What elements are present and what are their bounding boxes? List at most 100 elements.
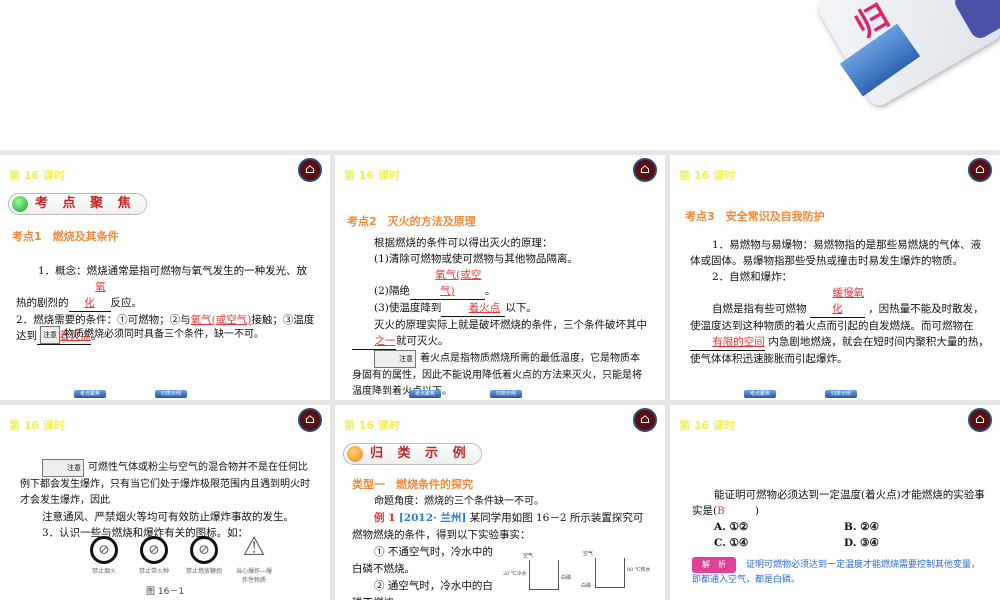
beaker-1 <box>529 560 559 590</box>
note-label: 注意 <box>40 326 60 344</box>
text: 灭火的原理实际上就是破坏燃烧的条件，三个条件破坏其中 <box>374 319 647 331</box>
home-button[interactable]: ⌂ <box>298 158 322 182</box>
pill-label: 考 点 聚 焦 <box>35 196 136 211</box>
text: (1)清除可燃物或使可燃物与其他物品隔离。 <box>374 253 578 265</box>
slide-panel-4[interactable]: 第 16 课时 ⌂ 注意 可燃性气体或粉尘与空气的混合物并不是在任何比例下都会发生… <box>0 405 330 600</box>
lesson-label: 第 16 课时 <box>9 169 65 182</box>
option-a[interactable]: A. ①② <box>714 519 844 535</box>
label-cold-water: 20 ℃冷水 <box>503 571 527 577</box>
section-pill: 考 点 聚 焦 <box>8 193 147 215</box>
nav-next-button[interactable]: 归类示例 <box>155 390 187 398</box>
slide-panel-2[interactable]: 第 16 课时 ⌂ 考点2 灭火的方法及原理 根据燃烧的条件可以得出灭火的原理：… <box>335 155 665 400</box>
answer: 氧气(或空气) <box>435 269 482 297</box>
text: 1．概念：燃烧通常是指可燃物与氧气发生的一种发光、放热的剧烈的 <box>16 265 308 309</box>
text: 2．自燃和爆炸： <box>712 271 793 283</box>
body-text: 根据燃烧的条件可以得出灭火的原理： (1)清除可燃物或使可燃物与其他物品隔离。 … <box>352 235 647 400</box>
slide-panel-6[interactable]: 第 16 课时 ⌂ 能证明可燃物必须达到一定温度(着火点)才能燃烧的实验事实是(… <box>670 405 1000 600</box>
label-air: 空气 <box>523 553 534 559</box>
text: 以下。 <box>505 302 537 314</box>
note-label: 注意 <box>374 350 416 368</box>
no-kindling-icon: ⊘ <box>140 536 168 564</box>
text: (3)使温度降到 <box>374 302 442 314</box>
nav-prev-button[interactable]: 考点聚焦 <box>409 390 441 398</box>
answer: 着火点 <box>468 302 501 314</box>
label-phosphorus: 白磷 <box>581 583 592 589</box>
no-fire-icon: ⊘ <box>90 536 118 564</box>
body-text: 1．易燃物与易爆物：易燃物指的是那些易燃烧的气体、液体或固体。易爆物指那些受热或… <box>690 237 990 367</box>
home-icon: ⌂ <box>975 412 985 427</box>
option-b[interactable]: B. ②④ <box>844 519 974 535</box>
apparatus-figure: 空气 20 ℃冷水 白磷 空气 80 ℃热水 白磷 <box>503 550 653 595</box>
sign-no-fireworks: ⊘ 禁止燃放鞭炮 <box>185 536 223 584</box>
nav-next-button[interactable]: 归类示例 <box>490 390 522 398</box>
example-label: 例 1 <box>374 512 396 524</box>
home-button[interactable]: ⌂ <box>633 158 657 182</box>
lesson-label: 第 16 课时 <box>9 419 65 432</box>
home-icon: ⌂ <box>640 162 650 177</box>
text: (2)隔绝 <box>374 285 410 297</box>
label-hot-water: 80 ℃热水 <box>627 567 651 573</box>
explanation-badge: 解 析 <box>692 557 736 573</box>
home-button[interactable]: ⌂ <box>968 158 992 182</box>
nav-next-button[interactable]: 归类示例 <box>825 390 857 398</box>
safety-signs: ⊘ 禁止烟火 ⊘ 禁止带火种 ⊘ 禁止燃放鞭炮 ⚠ 当心爆炸—爆炸性物质 <box>85 532 273 584</box>
slide-top-area: 归 <box>0 0 1000 150</box>
home-button[interactable]: ⌂ <box>298 408 322 432</box>
slide-panel-1[interactable]: 第 16 课时 ⌂ 考 点 聚 焦 考点1 燃烧及其条件 1．概念：燃烧通常是指… <box>0 155 330 400</box>
note: 注意 物质燃烧必须同时具备三个条件，缺一不可。 <box>40 326 320 344</box>
section-heading: 考点2 灭火的方法及原理 <box>347 215 476 228</box>
fact: ① 不通空气时，冷水中的白磷不燃烧。 <box>352 546 493 575</box>
fact: ② 通空气时，冷水中的白磷不燃烧。 <box>352 580 493 600</box>
explanation: 解 析证明可燃物必须达到一定温度才能燃烧需要控制其他变量，即都通入空气，都是白磷… <box>692 557 987 587</box>
lesson-label: 第 16 课时 <box>679 419 735 432</box>
home-icon: ⌂ <box>305 162 315 177</box>
text: 反应。 <box>110 297 143 309</box>
no-fireworks-icon: ⊘ <box>190 536 218 564</box>
question: 能证明可燃物必须达到一定温度(着火点)才能燃烧的实验事实是(B) A. ①② B.… <box>692 487 987 551</box>
example-source: [2012· 兰州] <box>398 512 467 524</box>
text: 1．易燃物与易爆物：易燃物指的是那些易燃烧的气体、液体或固体。易爆物指那些受热或… <box>690 239 982 267</box>
text: 根据燃烧的条件可以得出灭火的原理： <box>374 237 553 249</box>
text: 就可灭火。 <box>396 335 449 347</box>
option-d[interactable]: D. ③④ <box>844 535 974 551</box>
lesson-label: 第 16 课时 <box>344 169 400 182</box>
pill-label: 归 类 示 例 <box>370 446 471 461</box>
explosive-warning-icon: ⚠ <box>242 532 266 562</box>
sign-explosive: ⚠ 当心爆炸—爆炸性物质 <box>235 532 273 584</box>
nav-prev-button[interactable]: 考点聚焦 <box>74 390 106 398</box>
figure-caption: 图 16－1 <box>146 587 185 597</box>
text: 。 <box>484 285 496 297</box>
answer: 有限的空间 <box>712 336 765 348</box>
lesson-label: 第 16 课时 <box>679 169 735 182</box>
answer: 氧化 <box>84 281 106 309</box>
text: 2．燃烧需要的条件：①可燃物；②与 <box>16 314 191 326</box>
option-c[interactable]: C. ①④ <box>714 535 844 551</box>
home-button[interactable]: ⌂ <box>633 408 657 432</box>
note-label: 注意 <box>42 459 84 477</box>
text: ) <box>754 505 759 517</box>
body-text: 注意 可燃性气体或粉尘与空气的混合物并不是在任何比例下都会发生爆炸，只有当它们处于… <box>20 459 315 541</box>
sign-no-kindling: ⊘ 禁止带火种 <box>135 536 173 584</box>
answer: 之一 <box>374 335 396 347</box>
home-icon: ⌂ <box>975 162 985 177</box>
section-heading: 考点3 安全常识及自我防护 <box>685 210 825 223</box>
text: 注意通风、严禁烟火等均可有效防止爆炸事故的发生。 <box>42 511 294 523</box>
beaker-2 <box>595 558 625 588</box>
text: 命题角度：燃烧的三个条件缺一不可。 <box>374 496 544 507</box>
sign-label: 当心爆炸—爆炸性物质 <box>235 568 272 584</box>
section-pill: 归 类 示 例 <box>343 443 482 465</box>
home-icon: ⌂ <box>305 412 315 427</box>
slide-panel-5[interactable]: 第 16 课时 ⌂ 归 类 示 例 类型一 燃烧条件的探究 命题角度：燃烧的三个… <box>335 405 665 600</box>
lesson-label: 第 16 课时 <box>344 419 400 432</box>
sign-no-fire: ⊘ 禁止烟火 <box>85 536 123 584</box>
answer: 缓慢氧化 <box>832 287 865 315</box>
sign-label: 禁止烟火 <box>91 568 116 575</box>
sign-label: 禁止燃放鞭炮 <box>185 568 222 575</box>
note-text: 物质燃烧必须同时具备三个条件，缺一不可。 <box>64 329 264 340</box>
home-button[interactable]: ⌂ <box>968 408 992 432</box>
question-text: 能证明可燃物必须达到一定温度(着火点)才能燃烧的实验事实是( <box>692 489 985 517</box>
label-phosphorus: 白磷 <box>561 575 572 581</box>
label-air: 空气 <box>583 551 594 557</box>
slide-panel-3[interactable]: 第 16 课时 ⌂ 考点3 安全常识及自我防护 1．易燃物与易爆物：易燃物指的是… <box>670 155 1000 400</box>
nav-prev-button[interactable]: 考点聚焦 <box>744 390 776 398</box>
